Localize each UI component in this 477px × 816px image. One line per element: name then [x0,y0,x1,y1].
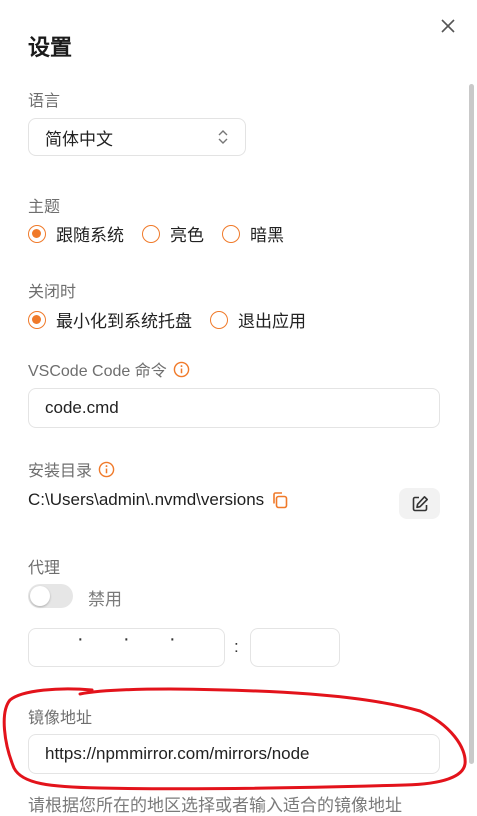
mirror-hint: 请根据您所在的地区选择或者输入适合的镜像地址 [28,796,402,815]
proxy-port-input[interactable] [250,628,340,667]
on-close-radio-quit[interactable]: 退出应用 [210,307,306,332]
language-label: 语言 [28,93,61,110]
mirror-label: 镜像地址 [28,710,93,727]
install-dir-label: 安装目录 [28,457,115,481]
copy-icon[interactable] [270,490,290,510]
vscode-command-input[interactable]: code.cmd [28,388,440,428]
proxy-ip-dot: · [169,628,176,650]
info-icon[interactable] [173,361,190,378]
proxy-ip-dot: · [123,628,130,650]
theme-radio-system[interactable]: 跟随系统 [28,221,124,246]
theme-dark-circle [222,224,240,243]
on-close-minimize-circle [28,310,46,329]
edit-install-dir-button[interactable] [399,488,440,519]
on-close-quit-circle [210,310,228,329]
theme-system-circle [28,224,46,243]
vscode-label: VSCode Code 命令 [28,357,190,381]
info-icon[interactable] [98,461,115,478]
theme-radio-group: 跟随系统 亮色 暗黑 [28,221,302,246]
theme-light-label: 亮色 [170,226,204,245]
proxy-toggle-label: 禁用 [88,590,122,609]
on-close-quit-label: 退出应用 [238,312,306,331]
theme-label: 主题 [28,199,61,216]
mirror-url-input[interactable]: https://npmmirror.com/mirrors/node [28,734,440,774]
dialog-title: 设置 [28,35,73,60]
vscode-command-value: code.cmd [45,398,119,417]
proxy-toggle-knob [30,586,50,606]
theme-radio-dark[interactable]: 暗黑 [222,221,284,246]
proxy-toggle[interactable] [28,584,73,608]
scrollbar[interactable] [469,84,474,764]
proxy-port-separator: : [234,637,239,656]
theme-radio-light[interactable]: 亮色 [142,221,204,246]
proxy-label: 代理 [28,560,61,577]
theme-system-label: 跟随系统 [56,226,124,245]
install-dir-path-row: C:\Users\admin\.nvmd\versions [28,490,290,510]
proxy-ip-dot: · [77,628,84,650]
theme-light-circle [142,224,160,243]
on-close-label: 关闭时 [28,284,77,301]
on-close-radio-group: 最小化到系统托盘 退出应用 [28,307,324,332]
edit-icon [412,495,428,511]
close-icon[interactable] [437,15,459,37]
language-select[interactable]: 简体中文 [28,118,246,156]
on-close-radio-minimize[interactable]: 最小化到系统托盘 [28,307,192,332]
on-close-minimize-label: 最小化到系统托盘 [56,312,192,331]
chevron-up-down-icon [218,130,228,144]
mirror-url-value: https://npmmirror.com/mirrors/node [45,744,310,763]
language-value: 简体中文 [45,129,113,149]
theme-dark-label: 暗黑 [250,226,284,245]
install-dir-path: C:\Users\admin\.nvmd\versions [28,490,265,509]
